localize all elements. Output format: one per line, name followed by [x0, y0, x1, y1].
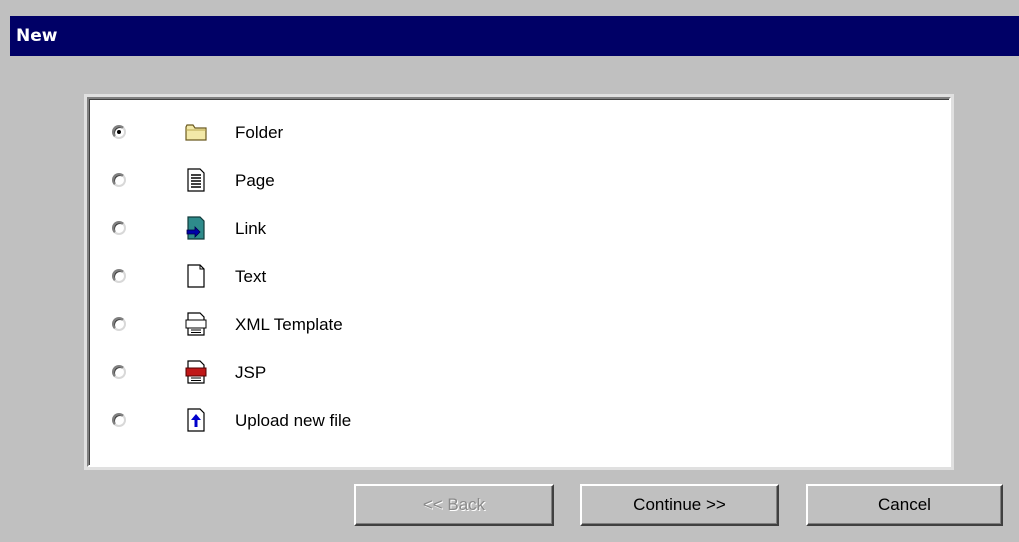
- xml-template-icon: [185, 311, 207, 337]
- continue-button[interactable]: Continue >>: [580, 484, 779, 526]
- item-type-list: Folder Page Link Text XML Template JSP U…: [87, 97, 951, 467]
- option-label: Page: [235, 171, 275, 190]
- new-dialog: New Folder Page Link Text XML Template J…: [0, 0, 1019, 542]
- option-label: Upload new file: [235, 411, 352, 430]
- jsp-radio[interactable]: [112, 365, 126, 379]
- page-icon: [185, 167, 207, 193]
- option-link[interactable]: Link: [89, 205, 949, 253]
- option-jsp[interactable]: JSP: [89, 349, 949, 397]
- upload-icon: [185, 407, 207, 433]
- text-icon: [185, 263, 207, 289]
- upload-radio[interactable]: [112, 413, 126, 427]
- text-radio[interactable]: [112, 269, 126, 283]
- option-upload-new-file[interactable]: Upload new file: [89, 397, 949, 445]
- option-label: Folder: [235, 123, 284, 142]
- option-folder[interactable]: Folder: [89, 109, 949, 157]
- jsp-icon: [185, 359, 207, 385]
- folder-icon: [185, 119, 207, 145]
- link-radio[interactable]: [112, 221, 126, 235]
- back-button[interactable]: << Back: [354, 484, 554, 526]
- option-label: XML Template: [235, 315, 343, 334]
- xml-template-radio[interactable]: [112, 317, 126, 331]
- option-label: Text: [235, 267, 267, 286]
- option-page[interactable]: Page: [89, 157, 949, 205]
- option-label: Link: [235, 219, 267, 238]
- option-label: JSP: [235, 363, 267, 382]
- folder-radio[interactable]: [112, 125, 126, 139]
- cancel-button[interactable]: Cancel: [806, 484, 1003, 526]
- option-text[interactable]: Text: [89, 253, 949, 301]
- option-xml-template[interactable]: XML Template: [89, 301, 949, 349]
- dialog-title: New: [16, 26, 58, 46]
- link-icon: [185, 215, 207, 241]
- page-radio[interactable]: [112, 173, 126, 187]
- title-bar: New: [10, 16, 1019, 56]
